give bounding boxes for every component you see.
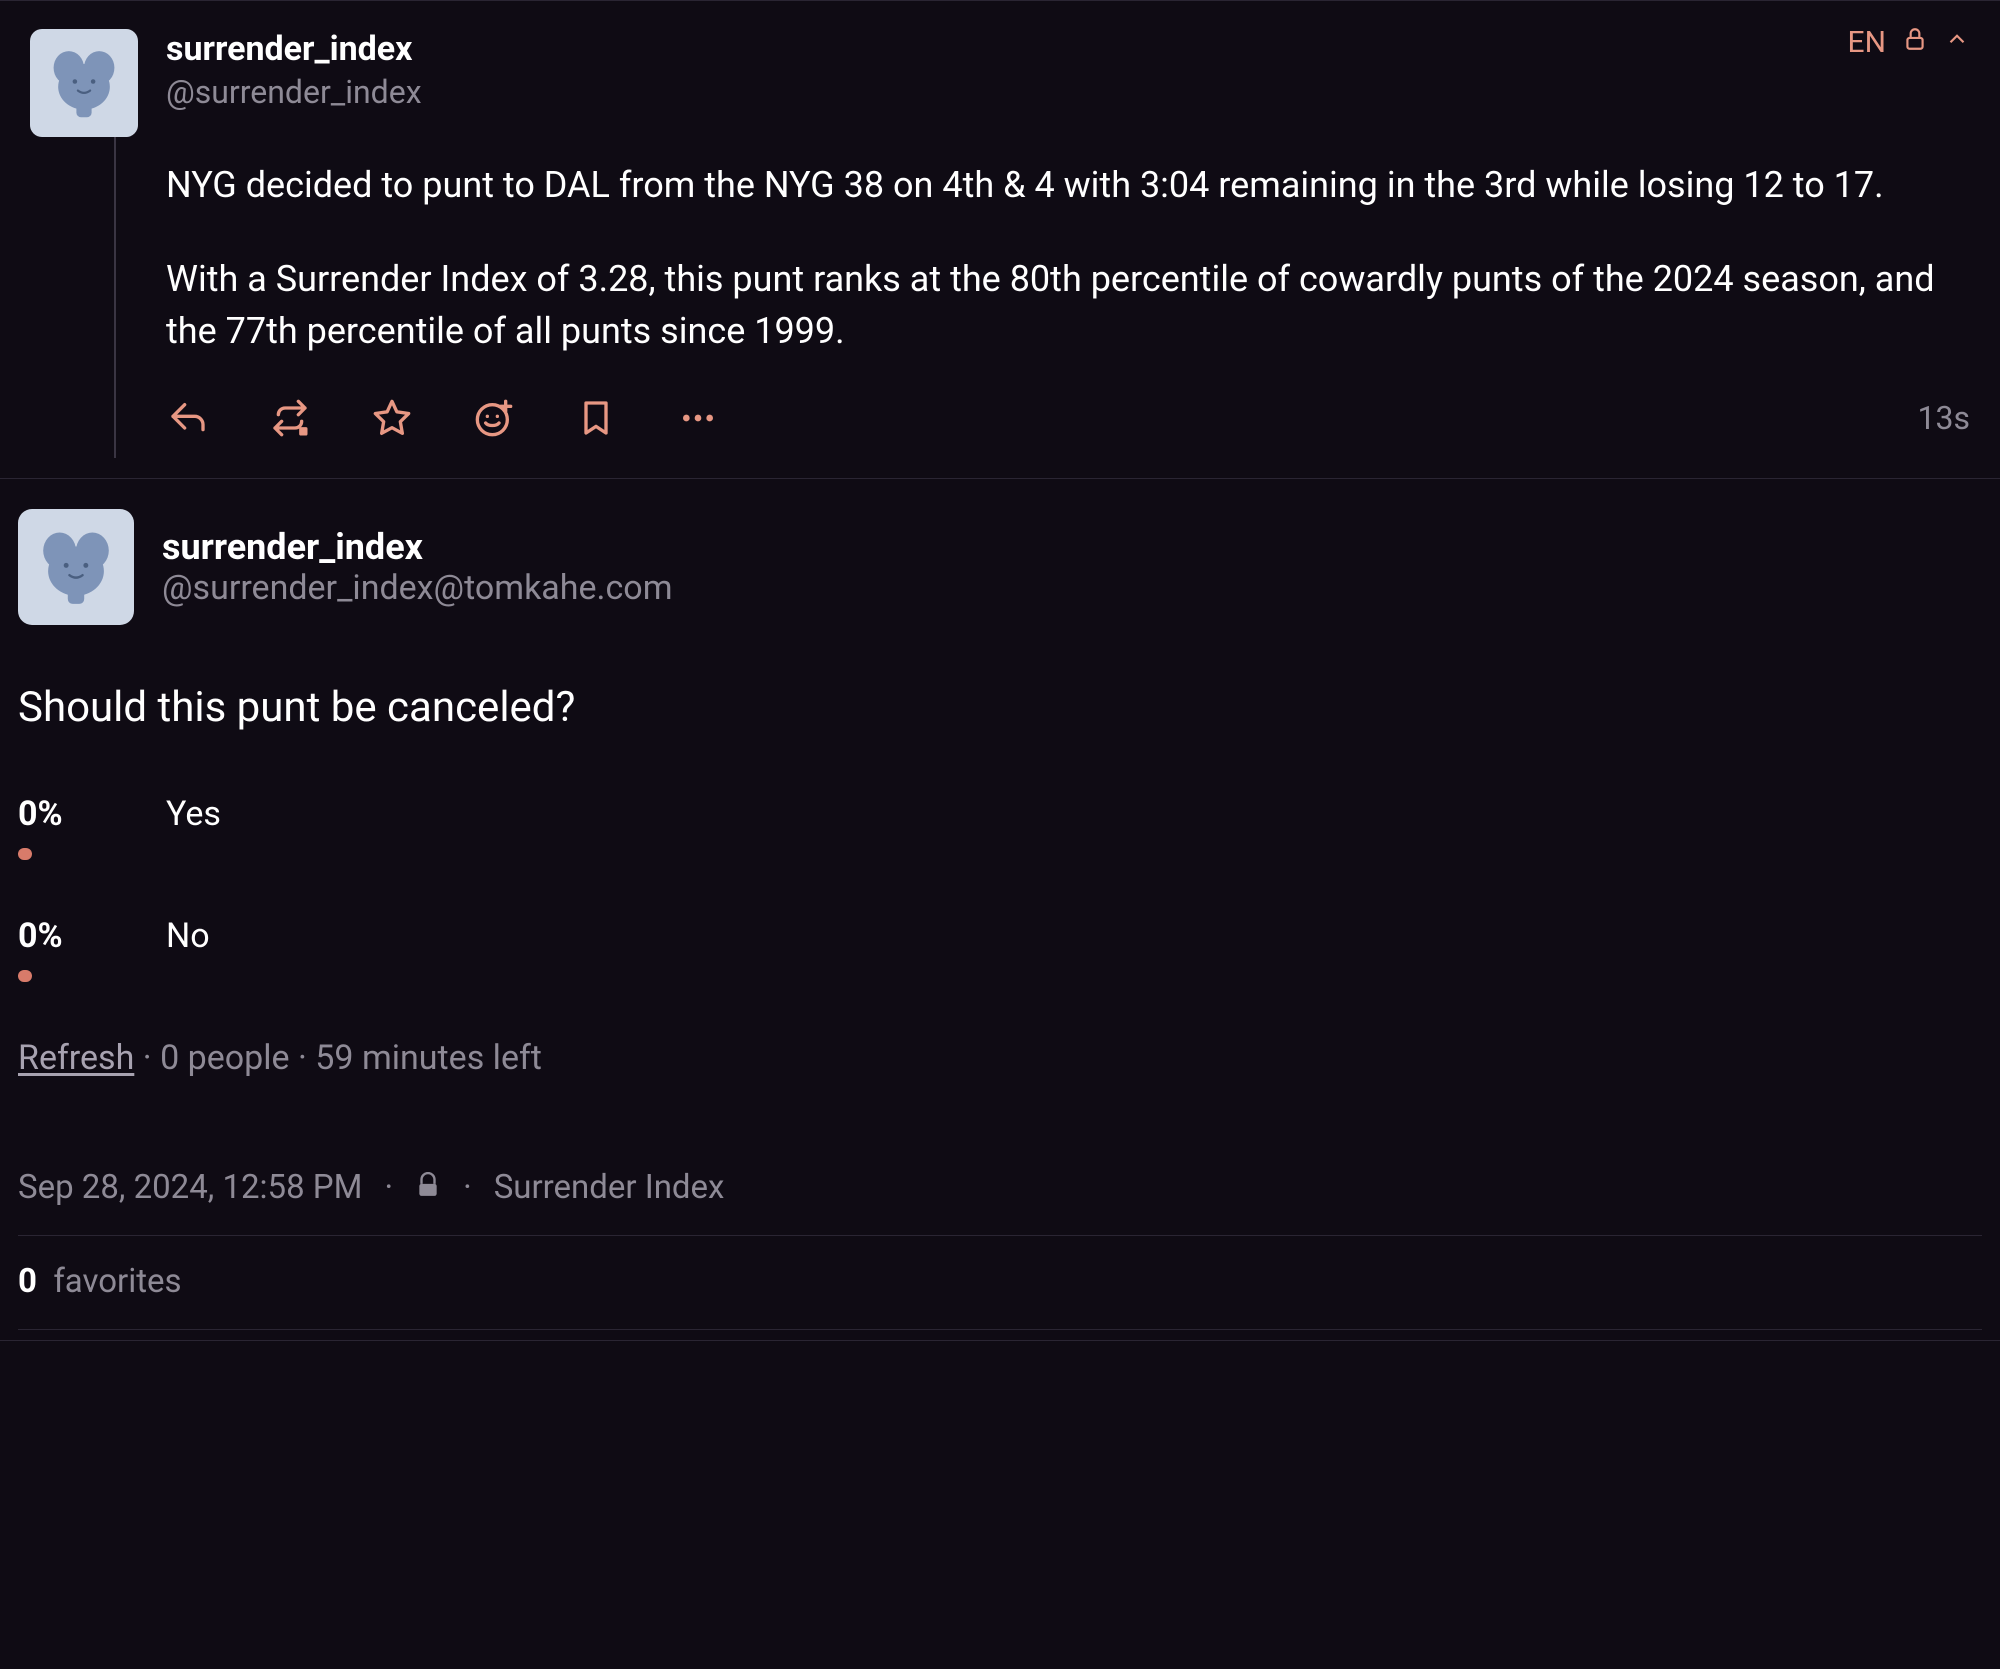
poll-meta: Refresh · 0 people · 59 minutes left [18, 1038, 1982, 1078]
action-bar: 13s [166, 386, 1970, 458]
post-top-controls: EN [1848, 25, 1970, 60]
handle: @surrender_index@tomkahe.com [162, 568, 673, 608]
absolute-timestamp[interactable]: Sep 28, 2024, 12:58 PM [18, 1168, 362, 1207]
language-badge[interactable]: EN [1848, 25, 1886, 60]
avatar[interactable] [18, 509, 134, 625]
post-content: NYG decided to punt to DAL from the NYG … [166, 137, 1970, 358]
boost-icon[interactable] [268, 396, 312, 440]
poll-option-label: Yes [166, 794, 221, 834]
display-name: surrender_index [162, 526, 673, 568]
collapse-icon[interactable] [1944, 25, 1970, 60]
parent-post: EN surrende [0, 0, 2000, 479]
poll-percent: 0% [18, 916, 68, 956]
bookmark-icon[interactable] [574, 396, 618, 440]
poll-question: Should this punt be canceled? [18, 683, 1982, 732]
poll-option-label: No [166, 916, 210, 956]
relative-timestamp[interactable]: 13s [1918, 399, 1970, 437]
lock-icon [1902, 25, 1928, 60]
poll-vote-count: 0 people [160, 1038, 289, 1078]
mastodon-icon [46, 45, 122, 121]
poll-option[interactable]: 0% Yes [18, 794, 1982, 860]
poll-option[interactable]: 0% No [18, 916, 1982, 982]
poll-bar [18, 848, 32, 860]
post-meta: Sep 28, 2024, 12:58 PM · · Surrender Ind… [18, 1168, 1982, 1236]
favorites-label: favorites [53, 1262, 181, 1301]
refresh-link[interactable]: Refresh [18, 1038, 134, 1078]
react-icon[interactable] [472, 396, 516, 440]
author-block[interactable]: surrender_index @surrender_index [166, 29, 1970, 115]
post-paragraph: NYG decided to punt to DAL from the NYG … [166, 159, 1970, 211]
post-paragraph: With a Surrender Index of 3.28, this pun… [166, 253, 1970, 357]
poll-time-remaining: 59 minutes left [315, 1038, 542, 1078]
author-block[interactable]: surrender_index @surrender_index@tomkahe… [162, 526, 673, 608]
detail-post: surrender_index @surrender_index@tomkahe… [0, 479, 2000, 1340]
favorites-row[interactable]: 0 favorites [18, 1236, 1982, 1330]
avatar[interactable] [30, 29, 138, 137]
display-name: surrender_index [166, 29, 1970, 70]
mastodon-icon [35, 526, 117, 608]
favorites-count: 0 [18, 1262, 37, 1301]
lock-icon [415, 1168, 441, 1207]
handle: @surrender_index [166, 70, 1970, 115]
divider [0, 1340, 2000, 1341]
favorite-icon[interactable] [370, 396, 414, 440]
more-icon[interactable] [676, 396, 720, 440]
poll-percent: 0% [18, 794, 68, 834]
poll-bar [18, 970, 32, 982]
reply-icon[interactable] [166, 396, 210, 440]
application-name[interactable]: Surrender Index [494, 1168, 725, 1207]
